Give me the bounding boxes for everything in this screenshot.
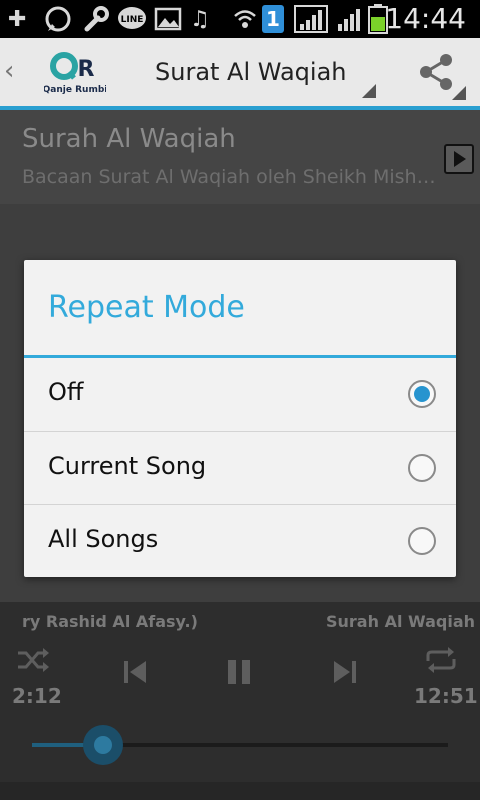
app-bar: ‹ R Qanje Rumbi Surat Al Waqiah (0, 38, 480, 106)
seek-bar-thumb[interactable] (82, 725, 123, 765)
repeat-option-off[interactable]: Off (24, 358, 456, 430)
now-playing-artist: ry Rashid Al Afasy.) (22, 612, 198, 631)
elapsed-time: 2:12 (12, 684, 62, 708)
signal-icon (336, 5, 364, 33)
radio-unselected-icon[interactable] (408, 454, 436, 482)
page-title: Surat Al Waqiah (155, 58, 347, 86)
whatsapp-icon (44, 5, 72, 33)
notification-badge-icon: 1 (262, 5, 284, 33)
wifi-icon (232, 5, 258, 33)
option-label: Off (48, 378, 84, 406)
svg-text:LINE: LINE (121, 15, 144, 25)
player-panel: ry Rashid Al Afasy.) Surah Al Waqiah ( 2… (0, 602, 480, 800)
dialog-title: Repeat Mode (48, 290, 245, 325)
now-playing-title: Surah Al Waqiah ( (326, 612, 480, 631)
status-bar: ✚ LINE ♫ 1 14:44 (0, 0, 480, 38)
radio-selected-icon[interactable] (408, 380, 436, 408)
repeat-icon[interactable] (424, 646, 458, 681)
app-logo[interactable]: R Qanje Rumbi (43, 48, 107, 98)
bottom-strip (0, 782, 480, 800)
add-icon: ✚ (8, 6, 27, 32)
line-icon: LINE (116, 5, 148, 33)
total-duration: 12:51 (414, 684, 478, 708)
repeat-option-all-songs[interactable]: All Songs (24, 504, 456, 577)
signal-icon (294, 5, 328, 33)
wrench-icon (82, 5, 110, 33)
option-label: Current Song (48, 452, 207, 480)
dropdown-corner-icon[interactable] (362, 84, 376, 98)
status-time: 14:44 (385, 2, 466, 35)
repeat-mode-dialog: Repeat Mode Off Current Song All Songs (24, 260, 456, 577)
track-title: Surah Al Waqiah (22, 124, 236, 154)
logo-text: Qanje Rumbi (44, 85, 106, 95)
pause-icon[interactable] (226, 658, 252, 693)
radio-unselected-icon[interactable] (408, 527, 436, 555)
track-header: Surah Al Waqiah Bacaan Surat Al Waqiah o… (0, 110, 480, 204)
option-label: All Songs (48, 525, 159, 553)
svg-text:R: R (78, 57, 95, 82)
track-subtitle: Bacaan Surat Al Waqiah oleh Sheikh Mish… (22, 166, 436, 188)
share-icon[interactable] (416, 52, 456, 92)
back-chevron-icon[interactable]: ‹ (4, 56, 14, 86)
play-icon[interactable] (444, 144, 474, 174)
image-icon (154, 5, 182, 33)
previous-icon[interactable] (122, 658, 148, 693)
repeat-option-current-song[interactable]: Current Song (24, 431, 456, 504)
next-icon[interactable] (332, 658, 358, 693)
overflow-corner-icon[interactable] (452, 86, 466, 100)
shuffle-icon[interactable] (16, 646, 50, 681)
music-note-icon: ♫ (190, 6, 210, 32)
